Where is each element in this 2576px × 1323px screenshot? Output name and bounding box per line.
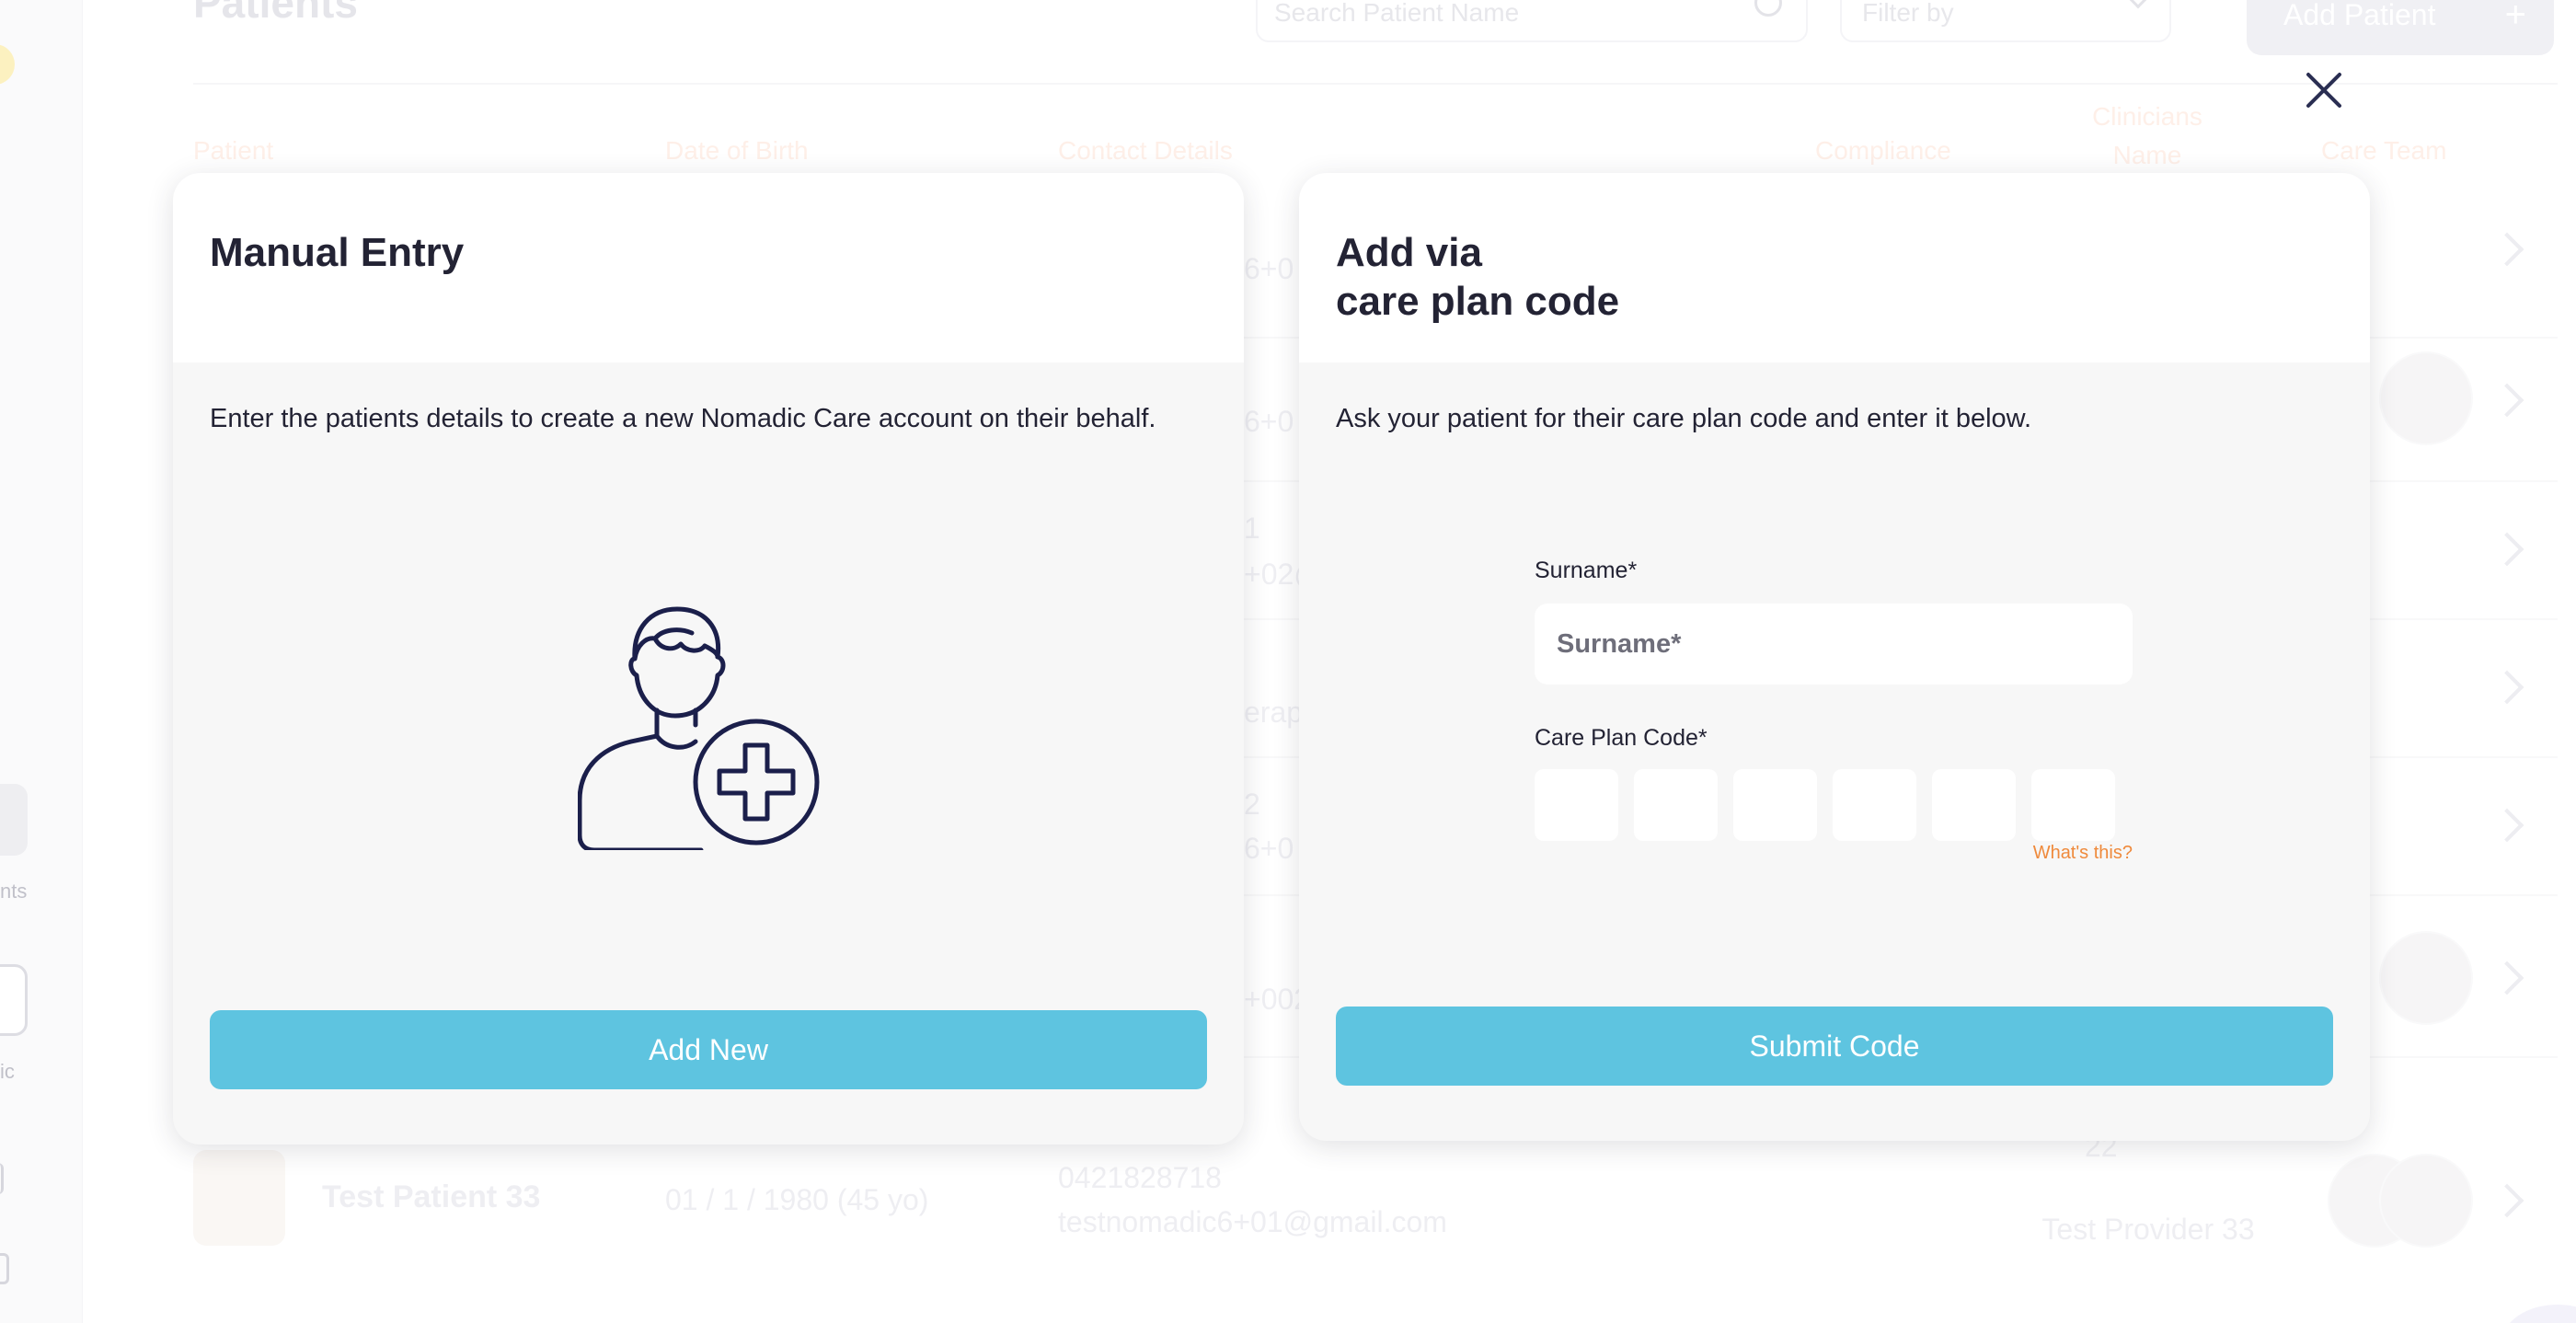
care-plan-title-line1: Add via (1336, 230, 1482, 275)
add-new-button[interactable]: Add New (210, 1010, 1207, 1089)
surname-label: Surname* (1535, 558, 1638, 583)
whats-this-link[interactable]: What's this? (2026, 843, 2133, 864)
code-digit-6[interactable] (2031, 769, 2115, 841)
care-plan-title: Add via care plan code (1336, 228, 1619, 326)
code-digit-5[interactable] (1932, 769, 2016, 841)
add-user-icon (578, 606, 820, 850)
code-digit-3[interactable] (1733, 769, 1817, 841)
manual-entry-description: Enter the patients details to create a n… (210, 404, 1156, 433)
care-plan-description: Ask your patient for their care plan cod… (1336, 404, 2032, 433)
manual-entry-card: Manual Entry Enter the patients details … (173, 173, 1244, 1145)
code-digit-4[interactable] (1833, 769, 1916, 841)
manual-entry-title: Manual Entry (210, 230, 465, 275)
submit-code-button[interactable]: Submit Code (1336, 1007, 2333, 1086)
code-digit-2[interactable] (1634, 769, 1718, 841)
care-plan-code-label: Care Plan Code* (1535, 725, 1708, 751)
care-plan-card: Add via care plan code Ask your patient … (1299, 173, 2370, 1141)
surname-field[interactable] (1535, 604, 2133, 685)
care-plan-title-line2: care plan code (1336, 279, 1620, 324)
code-digit-1[interactable] (1535, 769, 1618, 841)
close-icon[interactable] (2304, 70, 2344, 110)
